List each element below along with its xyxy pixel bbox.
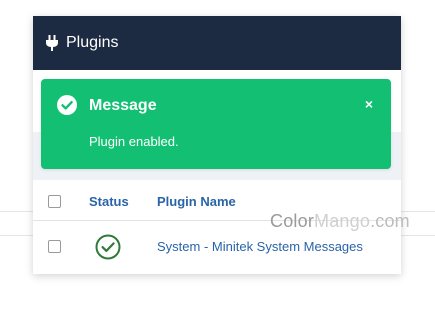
watermark-part-color: Color bbox=[270, 211, 315, 231]
plugin-name-link[interactable]: System - Minitek System Messages bbox=[157, 239, 363, 254]
check-circle-icon[interactable] bbox=[95, 234, 121, 260]
success-alert: Message × Plugin enabled. bbox=[41, 79, 391, 169]
column-header-status[interactable]: Status bbox=[89, 194, 129, 209]
watermark-logo: ColorMango.com bbox=[270, 211, 410, 232]
watermark-part-mango: Mango bbox=[314, 211, 371, 231]
column-header-plugin-name[interactable]: Plugin Name bbox=[157, 194, 236, 209]
panel-header: Plugins bbox=[33, 16, 401, 70]
alert-message: Plugin enabled. bbox=[89, 134, 179, 149]
plugins-panel: Plugins Message × Plugin enabled. Status… bbox=[33, 16, 401, 274]
select-all-checkbox[interactable] bbox=[48, 195, 61, 208]
page-title: Plugins bbox=[66, 34, 119, 51]
plug-icon bbox=[46, 35, 58, 51]
row-checkbox[interactable] bbox=[48, 240, 61, 253]
close-icon[interactable]: × bbox=[365, 96, 373, 112]
alert-title: Message bbox=[89, 97, 157, 114]
check-circle-icon bbox=[57, 95, 77, 115]
watermark-part-domain: .com bbox=[370, 211, 410, 231]
